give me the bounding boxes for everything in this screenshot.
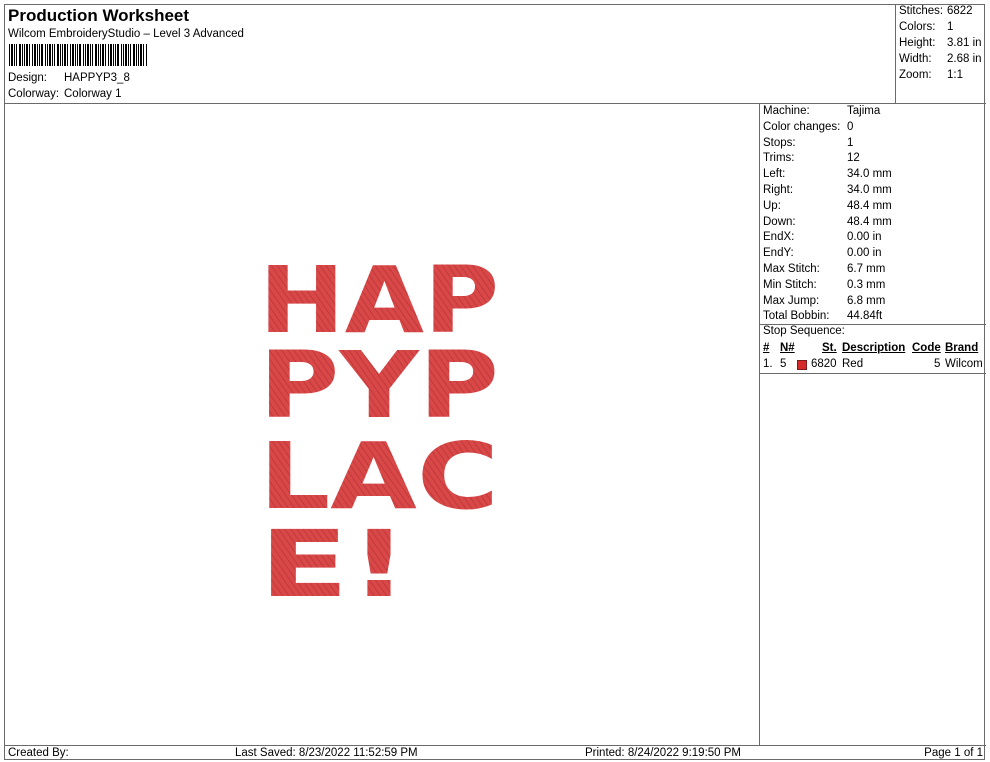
col-number: # xyxy=(763,342,770,354)
design-name-row: Design: HAPPYP3_8 xyxy=(8,72,130,84)
row-description: Red xyxy=(842,358,864,370)
prop-down: Down: 48.4 mm xyxy=(763,216,892,228)
last-saved: Last Saved: 8/23/2022 11:52:59 PM xyxy=(235,747,418,759)
page-title: Production Worksheet xyxy=(8,6,190,25)
prop-trims: Trims: 12 xyxy=(763,152,860,164)
worksheet-header: Production Worksheet Wilcom EmbroiderySt… xyxy=(5,5,896,104)
design-line-4: E! xyxy=(259,511,409,618)
col-code: Code xyxy=(912,342,941,354)
summary-width: Width: 2.68 in xyxy=(899,53,982,65)
summary-zoom: Zoom: 1:1 xyxy=(899,69,963,81)
prop-max-stitch: Max Stitch: 6.7 mm xyxy=(763,263,886,275)
embroidery-design: HAP PYP LAC E! xyxy=(259,247,499,618)
created-by: Created By: xyxy=(8,747,69,759)
prop-endx: EndX: 0.00 in xyxy=(763,231,882,243)
col-description: Description xyxy=(842,342,906,354)
colorway-row: Colorway: Colorway 1 xyxy=(8,88,122,100)
design-label: Design: xyxy=(8,72,47,84)
stop-sequence-header: # N# St. Description Code Brand xyxy=(760,342,986,356)
stop-sequence: Stop Sequence: # N# St. Description Code… xyxy=(760,325,986,374)
stop-sequence-label: Stop Sequence: xyxy=(763,325,845,337)
summary-stitches: Stitches: 6822 xyxy=(899,5,973,17)
prop-max-jump: Max Jump: 6.8 mm xyxy=(763,295,886,307)
prop-min-stitch: Min Stitch: 0.3 mm xyxy=(763,279,886,291)
col-stitches: St. xyxy=(822,342,837,354)
production-worksheet: Production Worksheet Wilcom EmbroiderySt… xyxy=(4,4,986,761)
prop-left: Left: 34.0 mm xyxy=(763,168,892,180)
row-brand: Wilcom xyxy=(945,358,983,370)
worksheet-footer: Created By: Last Saved: 8/23/2022 11:52:… xyxy=(5,745,986,761)
design-value: HAPPYP3_8 xyxy=(64,72,130,84)
colorway-label: Colorway: xyxy=(8,88,60,100)
row-number: 1. xyxy=(763,358,773,370)
col-brand: Brand xyxy=(945,342,979,354)
row-code: 5 xyxy=(934,358,941,370)
prop-total-bobbin: Total Bobbin: 44.84ft xyxy=(763,310,883,322)
printed-date: Printed: 8/24/2022 9:19:50 PM xyxy=(585,747,741,759)
table-row: 1. 5 6820 Red 5 Wilcom xyxy=(760,358,986,372)
machine-properties: Machine: Tajima Color changes: 0 Stops: 1 T… xyxy=(760,104,986,325)
page-number: Page 1 of 1 xyxy=(924,747,983,759)
summary-height: Height: 3.81 in xyxy=(899,37,982,49)
row-needle: 5 xyxy=(780,358,787,370)
col-needle: N# xyxy=(780,342,795,354)
software-name: Wilcom EmbroideryStudio – Level 3 Advanc… xyxy=(8,28,244,40)
prop-color-changes: Color changes: 0 xyxy=(763,121,854,133)
prop-stops: Stops: 1 xyxy=(763,137,854,149)
design-info-panel: Machine: Tajima Color changes: 0 Stops: 1 T… xyxy=(760,104,986,745)
summary-colors: Colors: 1 xyxy=(899,21,954,33)
prop-up: Up: 48.4 mm xyxy=(763,200,892,212)
color-swatch-icon xyxy=(797,360,807,370)
barcode-icon xyxy=(9,44,147,66)
row-stitches: 6820 xyxy=(811,358,837,370)
colorway-value: Colorway 1 xyxy=(64,88,122,100)
prop-machine: Machine: Tajima xyxy=(763,105,881,117)
design-preview: HAP PYP LAC E! xyxy=(5,104,760,745)
prop-endy: EndY: 0.00 in xyxy=(763,247,882,259)
prop-right: Right: 34.0 mm xyxy=(763,184,892,196)
design-summary: Stitches: 6822 Colors: 1 Height: 3.81 in Wi… xyxy=(896,5,986,104)
